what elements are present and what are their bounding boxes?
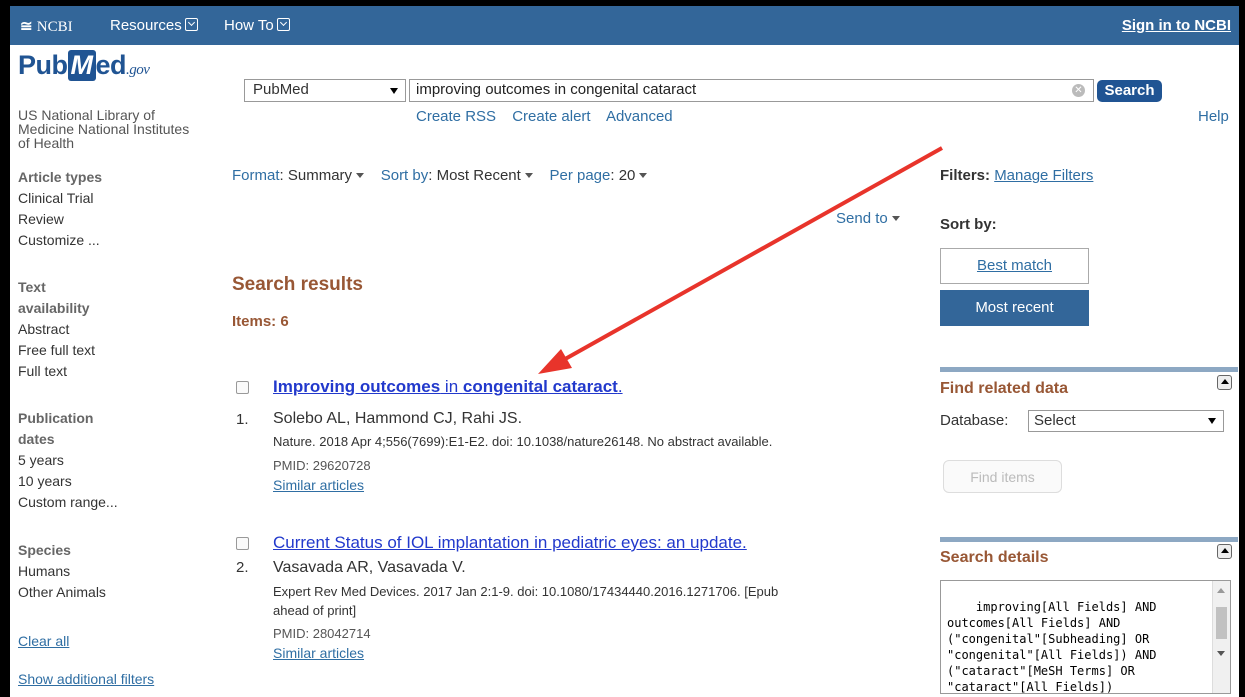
browser-frame: ≅ NCBI Resources How To Sign in to NCBI …	[0, 0, 1245, 697]
annotation-arrow-head	[538, 349, 572, 374]
annotation-arrow-shaft	[557, 146, 943, 365]
annotation-arrow	[538, 146, 943, 374]
